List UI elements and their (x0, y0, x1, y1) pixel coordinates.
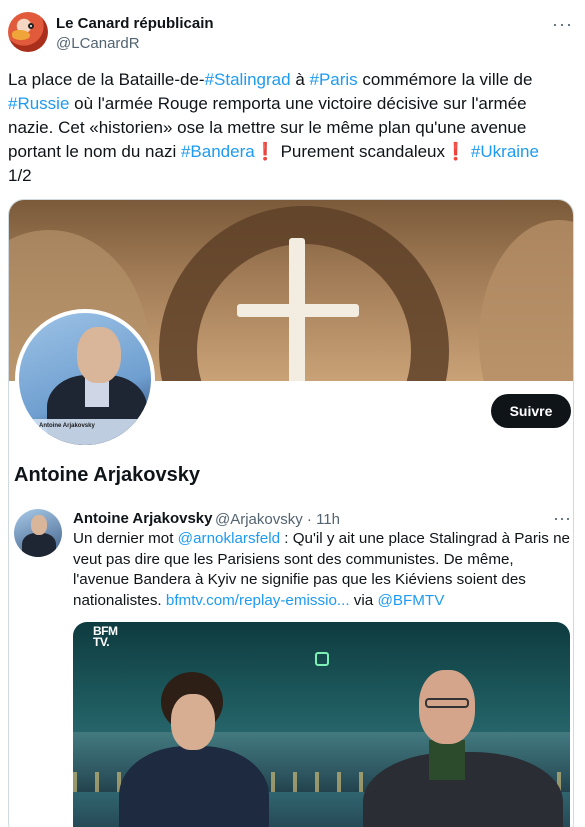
hashtag-ukraine[interactable]: #Ukraine (471, 142, 539, 161)
person-right-sweater (429, 740, 465, 780)
tweet-text-segment: Purement scandaleux (275, 142, 446, 161)
neon-sign-shape (315, 652, 329, 666)
avatar-head-shape (31, 515, 47, 535)
mention-arnoklarsfeld[interactable]: @arnoklarsfeld (178, 530, 280, 547)
follow-button[interactable]: Suivre (491, 394, 571, 428)
duck-beak-shape (12, 30, 30, 40)
cross-bar-shape (237, 304, 359, 317)
hashtag-stalingrad[interactable]: #Stalingrad (205, 70, 291, 89)
person-left (119, 672, 269, 827)
quoted-text-segment: Un dernier mot (73, 530, 178, 547)
person-left-suit (119, 746, 269, 827)
banner-arch-right (479, 220, 573, 381)
person-left-face (171, 694, 215, 750)
tweet-text-segment: à (290, 70, 310, 89)
quoted-more-options-icon[interactable]: ··· (553, 508, 571, 529)
more-options-icon[interactable]: ··· (552, 14, 573, 35)
profile-name[interactable]: Antoine Arjakovsky (14, 464, 200, 487)
quoted-author-name[interactable]: Antoine Arjakovsky (73, 510, 213, 527)
quoted-author-avatar[interactable] (14, 509, 62, 557)
duck-eye-shape (28, 23, 34, 29)
quoted-handle-time[interactable]: @Arjakovsky · 11h (215, 511, 340, 528)
person-right-glasses (425, 698, 469, 708)
tweet-text: La place de la Bataille-de-#Stalingrad à… (8, 68, 573, 188)
hashtag-paris[interactable]: #Paris (310, 70, 358, 89)
bfmtv-link[interactable]: bfmtv.com/replay-emissio... (166, 592, 350, 609)
author-avatar[interactable] (8, 12, 48, 52)
avatar-body-shape (22, 533, 56, 557)
author-display-name[interactable]: Le Canard républicain (56, 15, 214, 32)
video-thumbnail[interactable]: BFM TV. (73, 622, 570, 827)
photo-caption: Antoine Arjakovsky (39, 423, 95, 429)
tweet-text-segment: commémore la ville de (357, 70, 533, 89)
hashtag-bandera[interactable]: #Bandera (181, 142, 255, 161)
exclamation-emoji: ❗ (254, 142, 276, 161)
logo-line-2: TV. (93, 635, 110, 649)
profile-photo[interactable]: Antoine Arjakovsky (15, 309, 155, 449)
bfmtv-logo: BFM TV. (93, 625, 118, 649)
thread-counter: 1/2 (8, 166, 32, 185)
tweet-text-segment: La place de la Bataille-de- (8, 70, 205, 89)
quoted-text-segment: via (349, 591, 378, 609)
exclamation-emoji: ❗ (445, 142, 467, 161)
mention-bfmtv[interactable]: @BFMTV (377, 592, 444, 609)
quoted-tweet-text: Un dernier mot @arnoklarsfeld : Qu'il y … (73, 529, 571, 611)
author-handle[interactable]: @LCanardR (56, 35, 140, 52)
hashtag-russie[interactable]: #Russie (8, 94, 69, 113)
person-right (363, 662, 563, 827)
tweet-header: Le Canard républicain @LCanardR ··· (8, 10, 577, 60)
photo-head-shape (77, 327, 121, 383)
profile-card[interactable]: Antoine Arjakovsky Suivre Antoine Arjako… (8, 199, 574, 827)
